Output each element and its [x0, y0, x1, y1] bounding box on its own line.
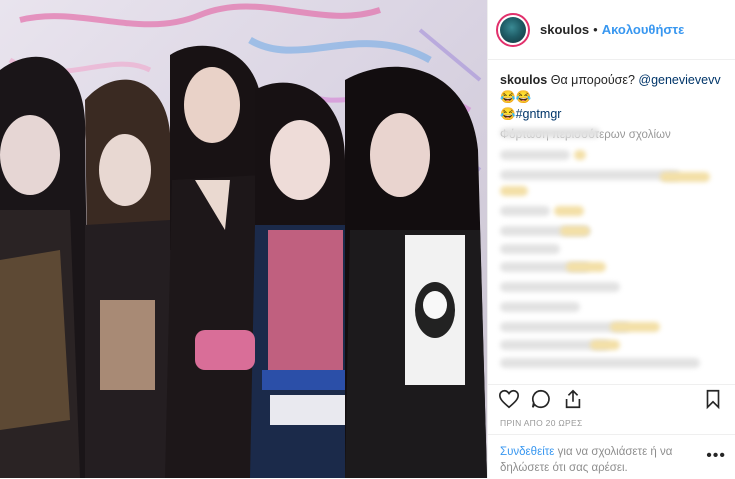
avatar[interactable]	[496, 12, 530, 47]
blurred-comments	[500, 120, 724, 370]
share-icon[interactable]	[562, 388, 584, 410]
login-bar: Συνδεθείτε για να σχολιάσετε ή να δηλώσε…	[488, 434, 735, 479]
post-sidebar: skoulos • Ακολουθήστε skoulos Θα μπορούσ…	[487, 0, 735, 478]
separator-dot: •	[593, 22, 598, 37]
band-photo-illustration	[0, 0, 487, 478]
login-prompt: Συνδεθείτε για να σχολιάσετε ή να δηλώσε…	[500, 444, 700, 476]
instagram-post: skoulos • Ακολουθήστε skoulos Θα μπορούσ…	[0, 0, 735, 478]
more-options-icon[interactable]: •••	[706, 447, 726, 465]
caption-username[interactable]: skoulos	[500, 73, 547, 87]
caption: skoulos Θα μπορούσε? @genevievevv 😂😂 😂#g…	[488, 60, 735, 123]
caption-hashtag[interactable]: #gntmgr	[516, 107, 562, 121]
follow-button[interactable]: Ακολουθήστε	[602, 22, 685, 37]
username-link[interactable]: skoulos	[540, 22, 589, 37]
caption-mention[interactable]: @genevievevv	[638, 73, 720, 87]
bookmark-icon[interactable]	[702, 388, 724, 410]
caption-emoji: 😂😂	[500, 90, 532, 104]
login-link[interactable]: Συνδεθείτε	[500, 446, 554, 458]
caption-emoji-2: 😂	[500, 107, 516, 121]
post-photo[interactable]	[0, 0, 487, 478]
heart-icon[interactable]	[498, 388, 520, 410]
post-header: skoulos • Ακολουθήστε	[488, 0, 735, 60]
action-bar	[488, 384, 735, 410]
comment-icon[interactable]	[530, 388, 552, 410]
post-timestamp[interactable]: ΠΡΙΝ ΑΠΟ 20 ΩΡΕΣ	[500, 418, 583, 428]
caption-text: Θα μπορούσε?	[550, 73, 635, 87]
